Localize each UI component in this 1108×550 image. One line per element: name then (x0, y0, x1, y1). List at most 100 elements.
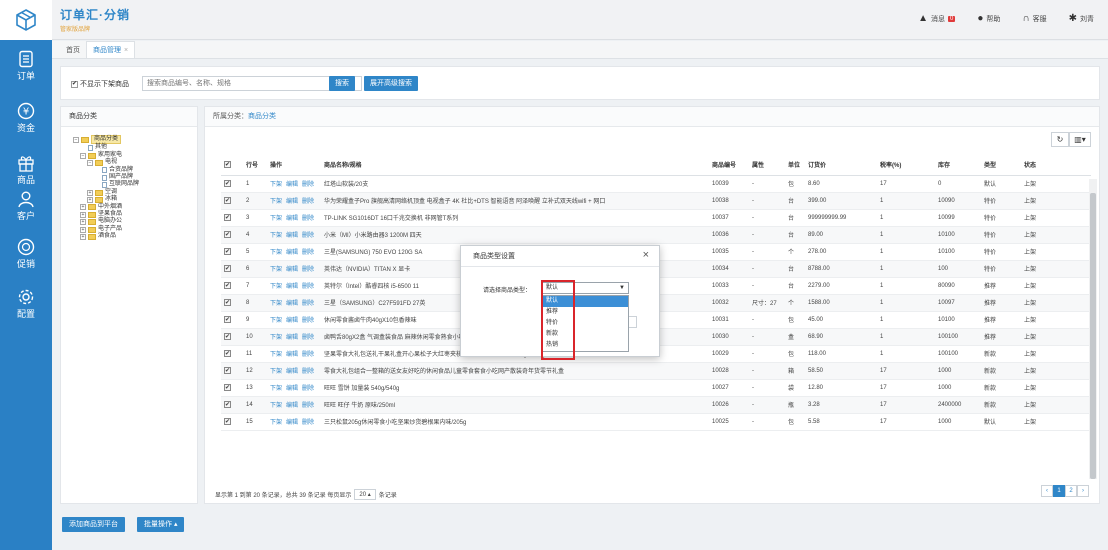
dropdown-option[interactable]: 推荐 (542, 307, 628, 318)
edit-action[interactable]: 编辑 (286, 301, 298, 307)
delete-action[interactable]: 删除 (302, 182, 314, 188)
column-header[interactable]: 操作 (267, 155, 321, 176)
help-link[interactable]: ● 帮助 (977, 13, 1000, 24)
row-checkbox[interactable]: ✔ (224, 401, 231, 408)
dropdown-option[interactable]: 热销 (542, 340, 628, 351)
offline-action[interactable]: 下架 (270, 318, 282, 324)
edit-action[interactable]: 编辑 (286, 403, 298, 409)
sidebar-item-products[interactable]: 商品 (0, 154, 52, 186)
expand-icon[interactable]: + (87, 196, 93, 203)
tree-node[interactable]: + 电子产品 (73, 226, 197, 233)
offline-action[interactable]: 下架 (270, 233, 282, 239)
column-header[interactable]: 库存 (935, 155, 981, 176)
row-select-cell[interactable]: ✔ (221, 396, 243, 414)
product-name[interactable]: 旺旺 雪饼 加量装 540g/540g (321, 379, 709, 397)
edit-action[interactable]: 编辑 (286, 250, 298, 256)
row-checkbox[interactable]: ✔ (224, 197, 231, 204)
dropdown-option[interactable]: 新款 (542, 329, 628, 340)
row-select-cell[interactable]: ✔ (221, 209, 243, 227)
column-header[interactable]: 属性 (749, 155, 785, 176)
row-checkbox[interactable]: ✔ (224, 333, 231, 340)
edit-action[interactable]: 编辑 (286, 335, 298, 341)
page-size-select[interactable]: 20 ▴ (354, 489, 376, 500)
edit-action[interactable]: 编辑 (286, 352, 298, 358)
delete-action[interactable]: 删除 (302, 403, 314, 409)
expand-icon[interactable]: + (87, 189, 93, 196)
row-select-cell[interactable]: ✔ (221, 175, 243, 193)
table-row[interactable]: ✔ 14 下架 编辑 删除 旺旺 旺仔 牛奶 原味/250ml 10026- 瓶 3.28 17 2… (221, 396, 1091, 414)
product-name[interactable]: 三只松鼠205g休闲零食小吃坚果炒货碧根果内味/205g (321, 413, 709, 431)
tab-home[interactable]: 首页 (60, 42, 86, 58)
product-name[interactable]: 小米（MI）小米路由器3 1200M 四天 (321, 226, 709, 244)
collapse-icon[interactable]: − (73, 136, 79, 143)
sidebar-item-promotion[interactable]: 促销 (0, 238, 52, 270)
expand-icon[interactable]: + (80, 233, 86, 240)
tree-node[interactable]: + 冰箱 (73, 196, 197, 203)
row-select-cell[interactable]: ✔ (221, 413, 243, 431)
delete-action[interactable]: 删除 (302, 301, 314, 307)
edit-action[interactable]: 编辑 (286, 420, 298, 426)
column-header[interactable]: 商品编号 (709, 155, 749, 176)
product-name[interactable]: 零食大礼包组合一整箱的送女友好吃的休闲食品儿童零食套食小吃网产散装奇年货零节礼盒 (321, 362, 709, 380)
delete-action[interactable]: 删除 (302, 233, 314, 239)
column-header[interactable]: 税率(%) (877, 155, 935, 176)
next-page-button[interactable]: › (1077, 485, 1089, 497)
row-checkbox[interactable]: ✔ (224, 350, 231, 357)
offline-action[interactable]: 下架 (270, 352, 282, 358)
offline-action[interactable]: 下架 (270, 250, 282, 256)
messages-link[interactable]: ▲ 消息 0 (918, 13, 956, 24)
row-select-cell[interactable]: ✔ (221, 362, 243, 380)
row-select-cell[interactable]: ✔ (221, 328, 243, 346)
row-checkbox[interactable]: ✔ (224, 214, 231, 221)
offline-action[interactable]: 下架 (270, 369, 282, 375)
delete-action[interactable]: 删除 (302, 335, 314, 341)
edit-action[interactable]: 编辑 (286, 267, 298, 273)
column-header[interactable]: 行号 (243, 155, 267, 176)
product-name[interactable]: 红塔山软装/20支 (321, 175, 709, 193)
page-button[interactable]: 2 (1065, 485, 1077, 497)
expand-icon[interactable]: + (80, 211, 86, 218)
offline-action[interactable]: 下架 (270, 216, 282, 222)
select-all-checkbox[interactable]: ✔ (224, 161, 231, 169)
column-header[interactable]: 商品名称/规格 (321, 155, 709, 176)
close-icon[interactable]: × (643, 249, 649, 261)
offline-action[interactable]: 下架 (270, 335, 282, 341)
row-checkbox[interactable]: ✔ (224, 265, 231, 272)
delete-action[interactable]: 删除 (302, 369, 314, 375)
edit-action[interactable]: 编辑 (286, 386, 298, 392)
offline-action[interactable]: 下架 (270, 403, 282, 409)
scrollbar-thumb[interactable] (1090, 193, 1096, 479)
column-header[interactable]: ✔ (221, 155, 243, 176)
delete-action[interactable]: 删除 (302, 216, 314, 222)
edit-action[interactable]: 编辑 (286, 284, 298, 290)
row-checkbox[interactable]: ✔ (224, 418, 231, 425)
row-checkbox[interactable]: ✔ (224, 299, 231, 306)
dropdown-option[interactable]: 默认 (542, 296, 628, 307)
row-select-cell[interactable]: ✔ (221, 345, 243, 363)
dropdown-option[interactable]: 特价 (542, 318, 628, 329)
row-checkbox[interactable]: ✔ (224, 180, 231, 187)
edit-action[interactable]: 编辑 (286, 233, 298, 239)
tab-product-management[interactable]: 商品管理 × (86, 41, 136, 58)
table-row[interactable]: ✔ 2 下架 编辑 删除 华为荣耀盒子Pro 旗舰高清网络机顶盒 电视盒子 4K 杜比+D… (221, 192, 1091, 210)
sidebar-item-orders[interactable]: 订单 (0, 50, 52, 82)
delete-action[interactable]: 删除 (302, 267, 314, 273)
table-row[interactable]: ✔ 13 下架 编辑 删除 旺旺 雪饼 加量装 540g/540g 10027- 袋 12.80… (221, 379, 1091, 397)
collapse-icon[interactable]: − (87, 159, 93, 166)
add-to-platform-button[interactable]: 添加商品到平台 (62, 517, 125, 532)
row-select-cell[interactable]: ✔ (221, 192, 243, 210)
offline-action[interactable]: 下架 (270, 199, 282, 205)
tree-node[interactable]: + 电脑办公 (73, 218, 197, 226)
row-select-cell[interactable]: ✔ (221, 277, 243, 295)
delete-action[interactable]: 删除 (302, 386, 314, 392)
column-header[interactable]: 订货价 (805, 155, 877, 176)
hide-offline-checkbox[interactable]: ✔ 不显示下架商品 (71, 79, 129, 89)
table-row[interactable]: ✔ 4 下架 编辑 删除 小米（MI）小米路由器3 1200M 四天 10036- 台 89.0… (221, 226, 1091, 244)
table-row[interactable]: ✔ 15 下架 编辑 删除 三只松鼠205g休闲零食小吃坚果炒货碧根果内味/205g 100… (221, 413, 1091, 431)
product-type-select[interactable]: 默认 ▼ (541, 282, 629, 294)
dialog-button-edge[interactable] (629, 316, 637, 328)
offline-action[interactable]: 下架 (270, 420, 282, 426)
close-icon[interactable]: × (124, 47, 128, 54)
tree-node[interactable]: + 酒食品 (73, 233, 197, 240)
row-checkbox[interactable]: ✔ (224, 282, 231, 289)
